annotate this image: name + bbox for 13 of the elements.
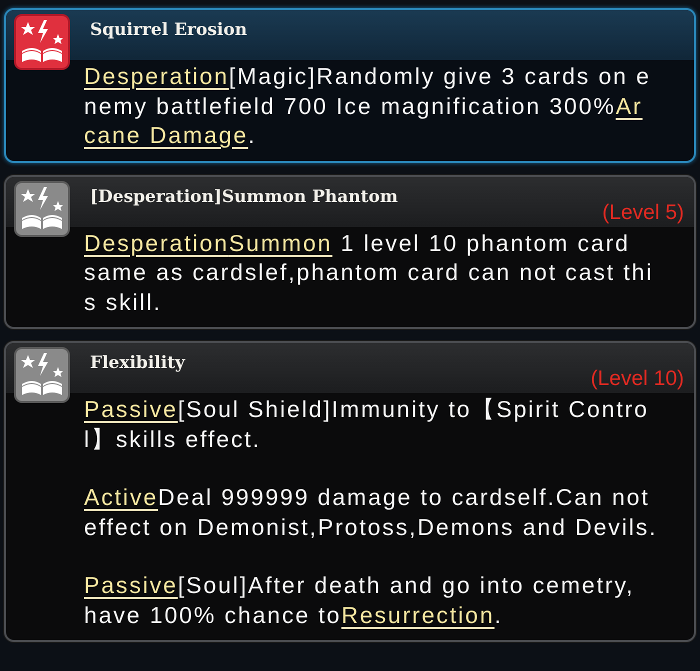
skill-description: DesperationSummon 1 level 10 phantom card same as cardslef,phantom card can not cast thi s skill. <box>84 228 654 316</box>
skill-description: Passive[Soul]After death and go into cemetry, have 100% chance toResurrection. <box>84 571 636 630</box>
skill-level: (Level 5) <box>602 200 684 224</box>
spellbook-icon <box>14 347 70 403</box>
spellbook-icon <box>14 180 70 236</box>
skill-level: (Level 10) <box>590 367 684 391</box>
skill-description: Desperation[Magic]Randomly give 3 cards on e nemy battlefield 700 Ice magnification 300%Ar cane Damage. <box>84 62 652 150</box>
spellbook-icon <box>14 14 70 70</box>
skill-description: ActiveDeal 999999 damage to cardself.Can not effect on Demonist,Protoss,Demons and Devils. <box>84 483 658 542</box>
skill-title: Flexibility <box>90 353 185 373</box>
skill-title: [Desperation]Summon Phantom <box>90 186 398 206</box>
skill-description: Passive[Soul Shield]Immunity to【Spirit Contro l】skills effect. <box>84 395 650 454</box>
skill-title: Squirrel Erosion <box>90 20 248 40</box>
